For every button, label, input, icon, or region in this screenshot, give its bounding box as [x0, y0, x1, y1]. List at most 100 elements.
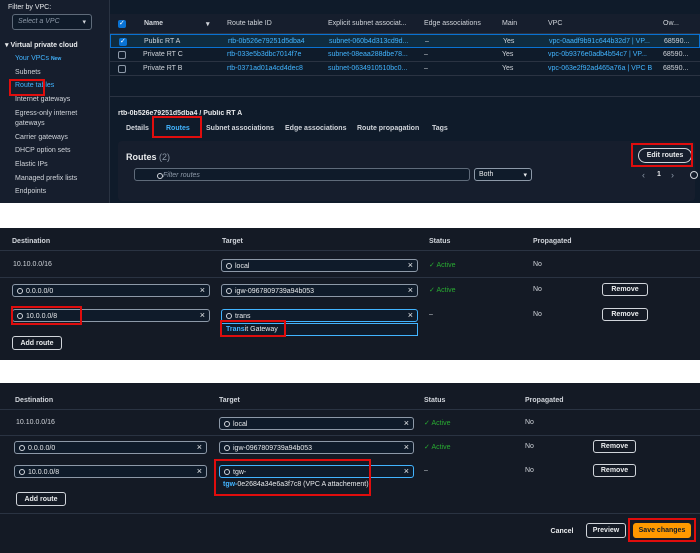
remove-button[interactable]: Remove: [593, 464, 636, 477]
row-subnet[interactable]: subnet-060b4d313cd9d...: [329, 38, 408, 45]
col-owner[interactable]: Ow...: [663, 20, 679, 27]
col-name[interactable]: Name: [144, 20, 163, 27]
filter-routes-input[interactable]: Filter routes: [134, 168, 470, 181]
status-active: ✓ Active: [424, 444, 451, 451]
destination-input[interactable]: 0.0.0.0/0 ×: [12, 284, 210, 297]
row-edge: –: [425, 38, 429, 45]
close-icon[interactable]: ×: [404, 466, 409, 476]
vpc-select[interactable]: Select a VPC ▾: [12, 14, 92, 30]
sidebar-item-prefix-lists[interactable]: Managed prefix lists: [15, 175, 77, 182]
sidebar-item-carrier-gateways[interactable]: Carrier gateways: [15, 134, 68, 141]
target-value: trans: [235, 313, 251, 320]
row-checkbox[interactable]: [118, 65, 126, 73]
add-route-button[interactable]: Add route: [12, 336, 62, 350]
both-select[interactable]: Both ▾: [474, 168, 532, 181]
highlight-destination: [11, 306, 82, 325]
row-id[interactable]: rtb-033e5b3dbc7014f7e: [227, 51, 301, 58]
select-all-checkbox[interactable]: [118, 19, 126, 28]
header-target: Target: [222, 238, 243, 245]
header-propagated: Propagated: [525, 397, 564, 404]
close-icon[interactable]: ×: [200, 285, 205, 295]
status-active: ✓ Active: [429, 287, 456, 294]
propagated-value: No: [525, 467, 534, 474]
row-vpc[interactable]: vpc-0aadf9b91c644b32d7 | VP...: [549, 38, 650, 45]
tab-details[interactable]: Details: [126, 125, 149, 132]
row-id[interactable]: rtb-0371ad01a4cd4dec8: [227, 65, 303, 72]
row-main: Yes: [502, 65, 514, 72]
routes-title: Routes: [126, 152, 157, 162]
sidebar-section-vpc[interactable]: ▾ Virtual private cloud: [5, 41, 78, 49]
both-select-value: Both: [479, 171, 494, 178]
detail-panel: rtb-0b526e79251d5dba4 / Public RT A Deta…: [110, 96, 700, 203]
search-icon: [226, 263, 232, 269]
row-main: Yes: [503, 38, 515, 45]
close-icon[interactable]: ×: [408, 285, 413, 295]
tab-edge-associations[interactable]: Edge associations: [285, 125, 346, 132]
close-icon[interactable]: ×: [197, 442, 202, 452]
table-row[interactable]: Public RT A rtb-0b526e79251d5dba4 subnet…: [110, 34, 700, 48]
sidebar: Filter by VPC: Select a VPC ▾ ▾ Virtual …: [0, 0, 110, 203]
divider: [0, 435, 700, 436]
row-subnet[interactable]: subnet-0634910510bc0...: [328, 65, 407, 72]
target-input[interactable]: local ×: [221, 259, 418, 272]
tab-subnet-associations[interactable]: Subnet associations: [206, 125, 274, 132]
sidebar-item-internet-gateways[interactable]: Internet gateways: [15, 96, 70, 103]
sidebar-item-your-vpcs[interactable]: Your VPCs New: [15, 55, 61, 62]
col-main[interactable]: Main: [502, 20, 517, 27]
sidebar-item-egress-only[interactable]: Egress-only internet: [15, 110, 77, 117]
row-checkbox[interactable]: [118, 51, 126, 59]
row-id[interactable]: rtb-0b526e79251d5dba4: [228, 38, 305, 45]
row-subnet[interactable]: subnet-08eaa288dbe78...: [328, 51, 408, 58]
routes-heading: Routes (2): [126, 152, 170, 162]
close-icon[interactable]: ×: [404, 418, 409, 428]
row-checkbox[interactable]: [119, 37, 127, 46]
target-input[interactable]: local ×: [219, 417, 414, 430]
add-route-button[interactable]: Add route: [16, 492, 66, 506]
close-icon[interactable]: ×: [404, 442, 409, 452]
header-destination: Destination: [15, 397, 54, 404]
close-icon[interactable]: ×: [197, 466, 202, 476]
table-row[interactable]: Private RT C rtb-033e5b3dbc7014f7e subne…: [110, 48, 700, 62]
col-edge-assoc[interactable]: Edge associations: [424, 20, 481, 27]
header-propagated: Propagated: [533, 238, 572, 245]
row-vpc[interactable]: vpc-063e2f92ad465a76a | VPC B: [548, 65, 652, 72]
destination-input[interactable]: 0.0.0.0/0 ×: [14, 441, 207, 454]
col-subnet-assoc[interactable]: Explicit subnet associat...: [328, 20, 407, 27]
target-input[interactable]: igw-0967809739a94b053 ×: [219, 441, 414, 454]
prev-page-icon[interactable]: ‹: [642, 170, 645, 180]
tab-tags[interactable]: Tags: [432, 125, 448, 132]
sidebar-item-egress-only-2[interactable]: gateways: [15, 120, 45, 127]
gear-icon[interactable]: [690, 171, 698, 179]
preview-button[interactable]: Preview: [586, 523, 626, 538]
search-icon: [19, 445, 25, 451]
col-vpc[interactable]: VPC: [548, 20, 562, 27]
remove-button[interactable]: Remove: [593, 440, 636, 453]
destination-input[interactable]: 10.0.0.0/8 ×: [14, 465, 207, 478]
cancel-button[interactable]: Cancel: [545, 524, 579, 538]
close-icon[interactable]: ×: [200, 310, 205, 320]
sidebar-item-subnets[interactable]: Subnets: [15, 69, 41, 76]
sidebar-item-dhcp[interactable]: DHCP option sets: [15, 147, 71, 154]
sidebar-item-endpoints[interactable]: Endpoints: [15, 188, 46, 195]
col-route-table-id[interactable]: Route table ID: [227, 20, 272, 27]
close-icon[interactable]: ×: [408, 310, 413, 320]
status-value: –: [424, 467, 428, 474]
table-row[interactable]: Private RT B rtb-0371ad01a4cd4dec8 subne…: [110, 62, 700, 76]
row-name: Private RT B: [143, 65, 183, 72]
dest-value: 10.0.0.0/8: [28, 469, 60, 476]
row-name: Private RT C: [143, 51, 183, 58]
target-input[interactable]: igw-0967809739a94b053 ×: [221, 284, 418, 297]
sidebar-item-elastic-ips[interactable]: Elastic IPs: [15, 161, 48, 168]
close-icon[interactable]: ×: [408, 260, 413, 270]
sort-icon[interactable]: ▾: [206, 20, 210, 28]
page-number[interactable]: 1: [657, 171, 661, 178]
sidebar-section-label: Virtual private cloud: [10, 42, 78, 49]
remove-button[interactable]: Remove: [602, 283, 648, 296]
tab-route-propagation[interactable]: Route propagation: [357, 125, 419, 132]
propagated-value: No: [533, 261, 542, 268]
row-vpc[interactable]: vpc-0b9376e0adb4b54c7 | VP...: [548, 51, 647, 58]
sidebar-item-label: Your VPCs: [15, 55, 49, 62]
remove-button[interactable]: Remove: [602, 308, 648, 321]
next-page-icon[interactable]: ›: [671, 170, 674, 180]
vpc-select-value: Select a VPC: [18, 18, 60, 25]
